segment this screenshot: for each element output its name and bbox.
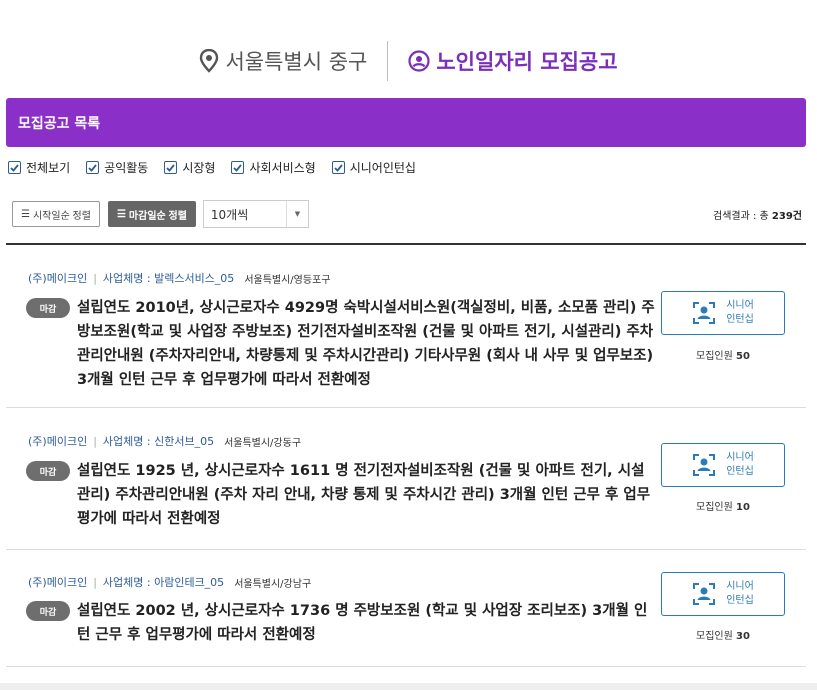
filter-market[interactable]: 시장형 (164, 159, 215, 176)
item-meta: (주)메이크인 | 사업체명 : 아람인테크_05 서울특별시/강남구 (28, 574, 311, 590)
person-scan-icon (693, 454, 716, 476)
status-badge: 마감 (26, 601, 70, 621)
location-text: 서울특별시 중구 (225, 50, 368, 74)
checkbox-checked-icon[interactable] (86, 161, 100, 174)
filter-social-service[interactable]: 사회서비스형 (231, 159, 316, 176)
list-icon: ☰ (116, 208, 126, 220)
meta-separator: | (93, 271, 97, 285)
recruit-label: 모집인원 (696, 502, 733, 513)
filter-label: 시니어인턴십 (349, 161, 416, 175)
type-line2: 인턴십 (726, 466, 754, 477)
type-line1: 시니어 (726, 300, 754, 311)
list-title: 모집공고 목록 (18, 115, 101, 132)
item-description[interactable]: 설립연도 1925 년, 상시근로자수 1611 명 전기전자설비조작원 (건물… (77, 459, 657, 531)
recruit-count: 모집인원 10 (661, 498, 785, 513)
list-controls: ☰ 시작일순 정렬 ☰ 마감일순 정렬 10개씩 ▼ 검색결과 : 총 239건 (12, 200, 802, 228)
list-item: (주)메이크인 | 사업체명 : 발렉스서비스_05 서울특별시/영등포구 마감… (6, 244, 806, 408)
recruit-number: 10 (736, 502, 750, 513)
result-count: 239건 (771, 210, 802, 222)
filter-public[interactable]: 공익활동 (86, 159, 148, 176)
item-description[interactable]: 설립연도 2010년, 상시근로자수 4929명 숙박시설서비스원(객실정비, … (77, 296, 657, 392)
sort-start-label: 시작일순 정렬 (32, 210, 91, 222)
recruit-number: 50 (736, 351, 750, 362)
filter-group: 전체보기 공익활동 시장형 사회서비스형 시니어인턴십 (8, 159, 416, 176)
region-text: 서울특별시/강남구 (234, 578, 312, 590)
senior-text: 시니어 인턴십 (726, 299, 754, 327)
filter-all[interactable]: 전체보기 (8, 159, 70, 176)
user-circle-icon (408, 50, 430, 72)
list-title-bar: 모집공고 목록 (6, 98, 806, 147)
senior-text: 시니어 인턴십 (726, 451, 754, 479)
dropdown-arrow-icon[interactable]: ▼ (285, 201, 308, 227)
filter-label: 공익활동 (104, 161, 149, 175)
page-title: 노인일자리 모집공고 (408, 46, 618, 76)
filter-label: 사회서비스형 (249, 161, 316, 175)
type-line2: 인턴십 (726, 314, 754, 325)
senior-text: 시니어 인턴십 (726, 580, 754, 608)
list-item: (주)메이크인 | 사업체명 : 아람인테크_05 서울특별시/강남구 마감 설… (6, 550, 806, 667)
list-item: (주)메이크인 | 사업체명 : 신한서브_05 서울특별시/강동구 마감 설립… (6, 408, 806, 550)
filter-label: 시장형 (182, 161, 216, 175)
status-badge: 마감 (26, 461, 70, 481)
company-link[interactable]: (주)메이크인 (28, 574, 87, 590)
location-label[interactable]: 서울특별시 중구 (199, 46, 367, 76)
checkbox-checked-icon[interactable] (331, 161, 345, 174)
senior-internship-button[interactable]: 시니어 인턴십 (661, 291, 785, 335)
sort-end-button[interactable]: ☰ 마감일순 정렬 (107, 201, 196, 227)
filter-senior-internship[interactable]: 시니어인턴십 (331, 159, 416, 176)
meta-separator: | (93, 434, 97, 448)
region-text: 서울특별시/영등포구 (244, 274, 331, 286)
business-name[interactable]: 사업체명 : 아람인테크_05 (103, 574, 224, 590)
item-description[interactable]: 설립연도 2002 년, 상시근로자수 1736 명 주방보조원 (학교 및 사… (77, 599, 657, 647)
company-link[interactable]: (주)메이크인 (28, 433, 87, 449)
company-link[interactable]: (주)메이크인 (28, 270, 87, 286)
recruit-label: 모집인원 (696, 631, 733, 642)
type-line1: 시니어 (726, 452, 754, 463)
person-scan-icon (693, 583, 716, 605)
sort-end-label: 마감일순 정렬 (128, 210, 187, 222)
page-size-value: 10개씩 (210, 207, 249, 222)
page-header: 서울특별시 중구 노인일자리 모집공고 (0, 40, 817, 82)
recruit-count: 모집인원 30 (661, 627, 785, 642)
region-text: 서울특별시/강동구 (224, 437, 302, 449)
business-name[interactable]: 사업체명 : 신한서브_05 (103, 433, 214, 449)
recruit-number: 30 (736, 631, 750, 642)
title-text: 노인일자리 모집공고 (436, 50, 618, 74)
list-icon: ☰ (21, 208, 30, 220)
status-badge: 마감 (26, 298, 70, 318)
footer-bar (0, 683, 817, 690)
search-result-count: 검색결과 : 총 239건 (713, 207, 802, 222)
person-scan-icon (693, 302, 716, 324)
meta-separator: | (93, 575, 97, 589)
item-meta: (주)메이크인 | 사업체명 : 신한서브_05 서울특별시/강동구 (28, 433, 301, 449)
filter-label: 전체보기 (26, 161, 71, 175)
senior-internship-button[interactable]: 시니어 인턴십 (661, 443, 785, 487)
business-name[interactable]: 사업체명 : 발렉스서비스_05 (103, 270, 234, 286)
checkbox-checked-icon[interactable] (231, 161, 245, 174)
type-line1: 시니어 (726, 581, 754, 592)
senior-internship-button[interactable]: 시니어 인턴십 (661, 572, 785, 616)
checkbox-checked-icon[interactable] (164, 161, 178, 174)
type-line2: 인턴십 (726, 595, 754, 606)
item-meta: (주)메이크인 | 사업체명 : 발렉스서비스_05 서울특별시/영등포구 (28, 270, 330, 286)
page-size-select[interactable]: 10개씩 ▼ (202, 200, 309, 228)
result-label: 검색결과 : 총 (713, 210, 769, 222)
header-divider (387, 41, 389, 81)
recruit-label: 모집인원 (696, 351, 733, 362)
checkbox-checked-icon[interactable] (8, 161, 21, 174)
recruit-count: 모집인원 50 (661, 347, 785, 362)
sort-start-button[interactable]: ☰ 시작일순 정렬 (12, 201, 100, 227)
location-pin-icon (200, 49, 219, 73)
